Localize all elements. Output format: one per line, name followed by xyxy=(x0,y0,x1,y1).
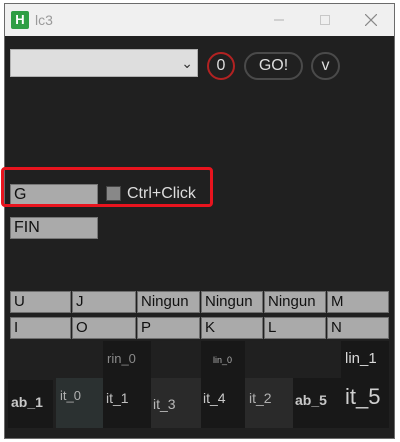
minimize-button[interactable] xyxy=(256,4,302,36)
key-cell[interactable]: I xyxy=(10,317,71,339)
key-cell[interactable]: Ningun xyxy=(201,291,263,313)
tile-label: lin_1 xyxy=(345,350,377,367)
tile-label: it_3 xyxy=(153,396,176,412)
app-icon: H xyxy=(11,11,29,29)
app-window: H lc3 ⌄ 0 GO! v G Ctrl+Click FIN U J Nin… xyxy=(4,3,395,439)
tile-lin-1: lin_1 xyxy=(341,341,389,378)
mode-dropdown[interactable]: ⌄ xyxy=(10,49,198,77)
key-cell[interactable]: U xyxy=(10,291,71,313)
tile-label: it_5 xyxy=(345,384,381,409)
tile-lin-0: lin_0 xyxy=(201,341,245,378)
tile-label: it_2 xyxy=(249,390,272,406)
window-title: lc3 xyxy=(35,12,53,28)
tile-label: ab_5 xyxy=(295,392,327,408)
tile-label: rin_0 xyxy=(107,351,136,366)
key-cell[interactable]: Ningun xyxy=(137,291,200,313)
v-button[interactable]: v xyxy=(311,52,340,80)
close-icon xyxy=(365,14,377,26)
title-bar[interactable]: H lc3 xyxy=(5,4,394,36)
tile-label: it_0 xyxy=(60,388,81,403)
tile-label: it_4 xyxy=(203,390,226,406)
key-cell[interactable]: P xyxy=(137,317,200,339)
key-cell[interactable]: J xyxy=(72,291,136,313)
chevron-down-icon: ⌄ xyxy=(181,55,193,71)
key-cell[interactable]: Ningun xyxy=(264,291,326,313)
tile-it-3: it_3 xyxy=(151,378,201,428)
key-cell[interactable]: O xyxy=(72,317,136,339)
minimize-icon xyxy=(274,19,284,21)
tile-label: ab_1 xyxy=(11,394,43,410)
key-cell[interactable]: N xyxy=(327,317,389,339)
maximize-button[interactable] xyxy=(302,4,348,36)
go-button[interactable]: GO! xyxy=(244,52,303,80)
tile-it-5: it_5 xyxy=(341,378,389,428)
key-cell[interactable]: M xyxy=(327,291,389,313)
tile-it-4: it_4 xyxy=(201,378,245,428)
tile-rin-0: rin_0 xyxy=(103,341,151,378)
tile-label: it_1 xyxy=(106,390,129,406)
tile-ab-5: ab_5 xyxy=(293,378,341,428)
tile-it-0: it_0 xyxy=(56,378,103,428)
key-input-fin[interactable]: FIN xyxy=(10,217,98,239)
tile-label: lin_0 xyxy=(213,355,233,365)
key-cell[interactable]: L xyxy=(264,317,326,339)
close-button[interactable] xyxy=(348,4,394,36)
tile-it-2: it_2 xyxy=(245,378,293,428)
counter-button[interactable]: 0 xyxy=(207,52,235,80)
key-cell[interactable]: K xyxy=(201,317,263,339)
tile-ab-1: ab_1 xyxy=(8,380,53,428)
tile-it-1: it_1 xyxy=(103,378,151,428)
highlight-box xyxy=(1,167,213,207)
maximize-icon xyxy=(320,15,330,25)
